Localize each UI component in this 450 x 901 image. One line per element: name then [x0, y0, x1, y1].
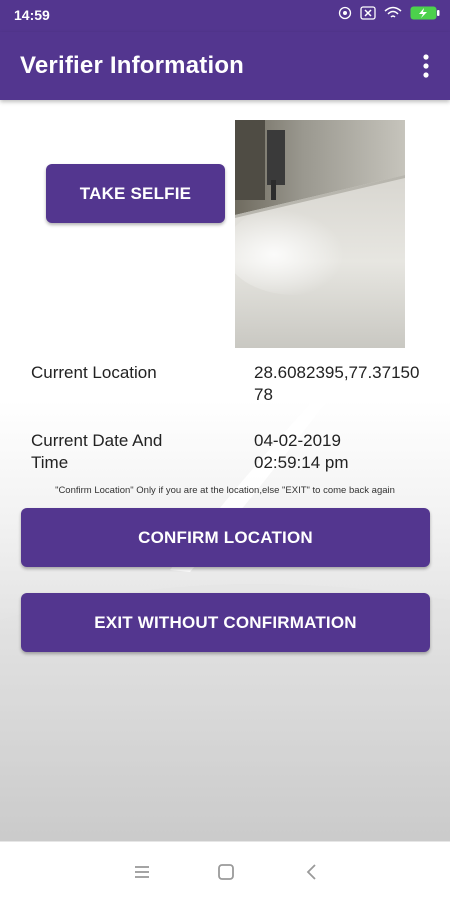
- menu-icon[interactable]: [132, 862, 152, 882]
- status-icons: [338, 6, 440, 25]
- current-time-value: 02:59:14 pm: [254, 453, 349, 472]
- current-location-value: 28.6082395,77.3715078: [254, 363, 420, 404]
- confirm-hint-text: "Confirm Location" Only if you are at th…: [55, 485, 395, 496]
- page-title: Verifier Information: [20, 52, 245, 79]
- current-location-label: Current Location: [31, 363, 157, 382]
- current-date-value: 04-02-2019: [254, 431, 341, 450]
- status-time: 14:59: [14, 7, 50, 23]
- take-selfie-button[interactable]: TAKE SELFIE: [46, 164, 225, 223]
- system-nav-bar: [0, 841, 450, 901]
- alarm-icon: [338, 6, 352, 25]
- home-icon[interactable]: [216, 862, 236, 882]
- back-icon[interactable]: [302, 862, 322, 882]
- current-datetime-value: 04-02-2019 02:59:14 pm: [254, 430, 424, 474]
- status-bar: 14:59: [0, 0, 450, 32]
- selfie-photo: [235, 120, 405, 348]
- current-datetime-label: Current Date And Time: [31, 431, 163, 472]
- app-bar: Verifier Information: [0, 32, 450, 100]
- battery-charging-icon: [410, 6, 440, 25]
- wifi-icon: [384, 6, 402, 25]
- sim-off-icon: [360, 6, 376, 25]
- confirm-location-button[interactable]: CONFIRM LOCATION: [21, 508, 430, 567]
- main-content: TAKE SELFIE Current Location 28.6082395,…: [0, 100, 450, 841]
- exit-without-confirmation-button[interactable]: EXIT WITHOUT CONFIRMATION: [21, 593, 430, 652]
- more-vert-icon[interactable]: [416, 52, 436, 80]
